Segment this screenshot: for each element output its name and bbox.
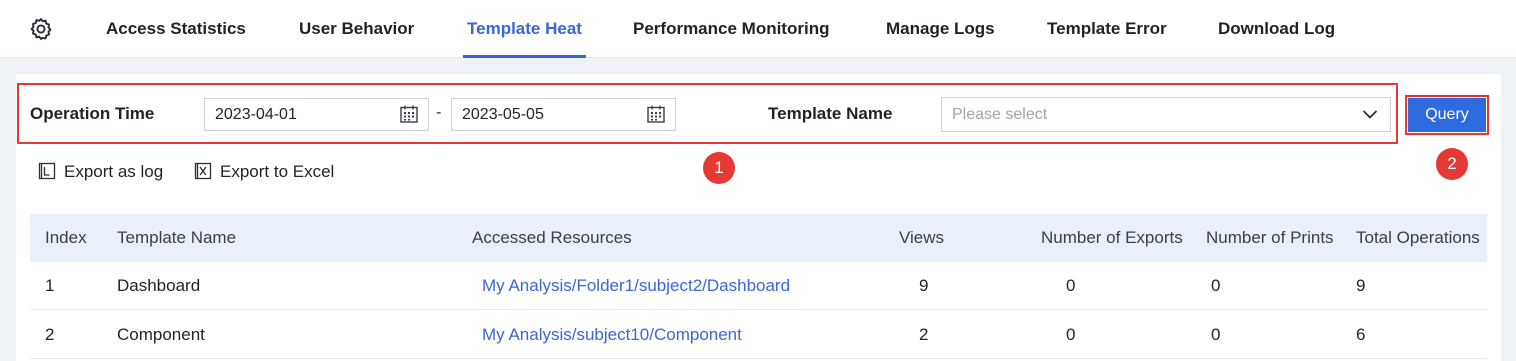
template-name-select[interactable]: Please select	[941, 97, 1391, 132]
export-to-excel-button[interactable]: Export to Excel	[194, 162, 334, 184]
column-header-number-of-exports[interactable]: Number of Exports	[1041, 214, 1183, 262]
query-button[interactable]: Query	[1408, 98, 1486, 132]
column-header-template-name[interactable]: Template Name	[117, 214, 236, 262]
cell-total-operations: 6	[1356, 325, 1366, 344]
cell-views: 2	[919, 325, 929, 344]
table-row: 2 Component My Analysis/subject10/Compon…	[30, 311, 1487, 359]
calendar-icon[interactable]	[646, 104, 666, 124]
cell-template-name: Component	[117, 325, 205, 344]
excel-file-icon	[194, 162, 212, 180]
operation-time-label: Operation Time	[30, 104, 155, 123]
export-as-log-label: Export as log	[64, 162, 164, 181]
cell-template-name: Dashboard	[117, 276, 201, 295]
log-file-icon	[38, 162, 56, 180]
export-to-excel-label: Export to Excel	[220, 162, 335, 181]
start-date-value: 2023-04-01	[215, 106, 297, 123]
cell-exports: 0	[1066, 325, 1076, 344]
tab-user-behavior[interactable]: User Behavior	[299, 0, 414, 58]
template-name-label: Template Name	[768, 104, 893, 123]
tab-template-error[interactable]: Template Error	[1047, 0, 1167, 58]
export-as-log-button[interactable]: Export as log	[38, 162, 163, 184]
cell-total-operations: 9	[1356, 276, 1366, 295]
table-header: Index Template Name Accessed Resources V…	[30, 214, 1487, 262]
column-header-total-operations[interactable]: Total Operations	[1356, 214, 1480, 262]
end-date-input[interactable]: 2023-05-05	[451, 98, 676, 131]
column-header-accessed-resources[interactable]: Accessed Resources	[472, 214, 632, 262]
cell-views: 9	[919, 276, 929, 295]
table-row: 1 Dashboard My Analysis/Folder1/subject2…	[30, 262, 1487, 310]
gear-icon[interactable]	[28, 16, 54, 42]
column-header-number-of-prints[interactable]: Number of Prints	[1206, 214, 1334, 262]
calendar-icon[interactable]	[399, 104, 419, 124]
tab-performance-monitoring[interactable]: Performance Monitoring	[633, 0, 829, 58]
cell-accessed-resource-link[interactable]: My Analysis/Folder1/subject2/Dashboard	[482, 262, 790, 310]
start-date-input[interactable]: 2023-04-01	[204, 98, 429, 131]
cell-index: 1	[45, 276, 55, 295]
tab-manage-logs[interactable]: Manage Logs	[886, 0, 995, 58]
tab-access-statistics[interactable]: Access Statistics	[106, 0, 246, 58]
cell-prints: 0	[1211, 276, 1221, 295]
tab-template-heat[interactable]: Template Heat	[463, 0, 586, 58]
column-header-index[interactable]: Index	[45, 214, 87, 262]
cell-index: 2	[45, 325, 55, 344]
cell-exports: 0	[1066, 276, 1076, 295]
cell-accessed-resource-link[interactable]: My Analysis/subject10/Component	[482, 311, 742, 359]
chevron-down-icon	[1362, 110, 1378, 119]
step-badge-2: 2	[1436, 148, 1468, 180]
top-navigation: Access Statistics User Behavior Template…	[0, 0, 1516, 58]
template-name-placeholder: Please select	[952, 106, 1048, 123]
cell-prints: 0	[1211, 325, 1221, 344]
date-range-separator: -	[436, 104, 442, 121]
step-badge-1: 1	[703, 152, 735, 184]
column-header-views[interactable]: Views	[899, 214, 944, 262]
end-date-value: 2023-05-05	[462, 106, 544, 123]
tab-download-log[interactable]: Download Log	[1218, 0, 1335, 58]
